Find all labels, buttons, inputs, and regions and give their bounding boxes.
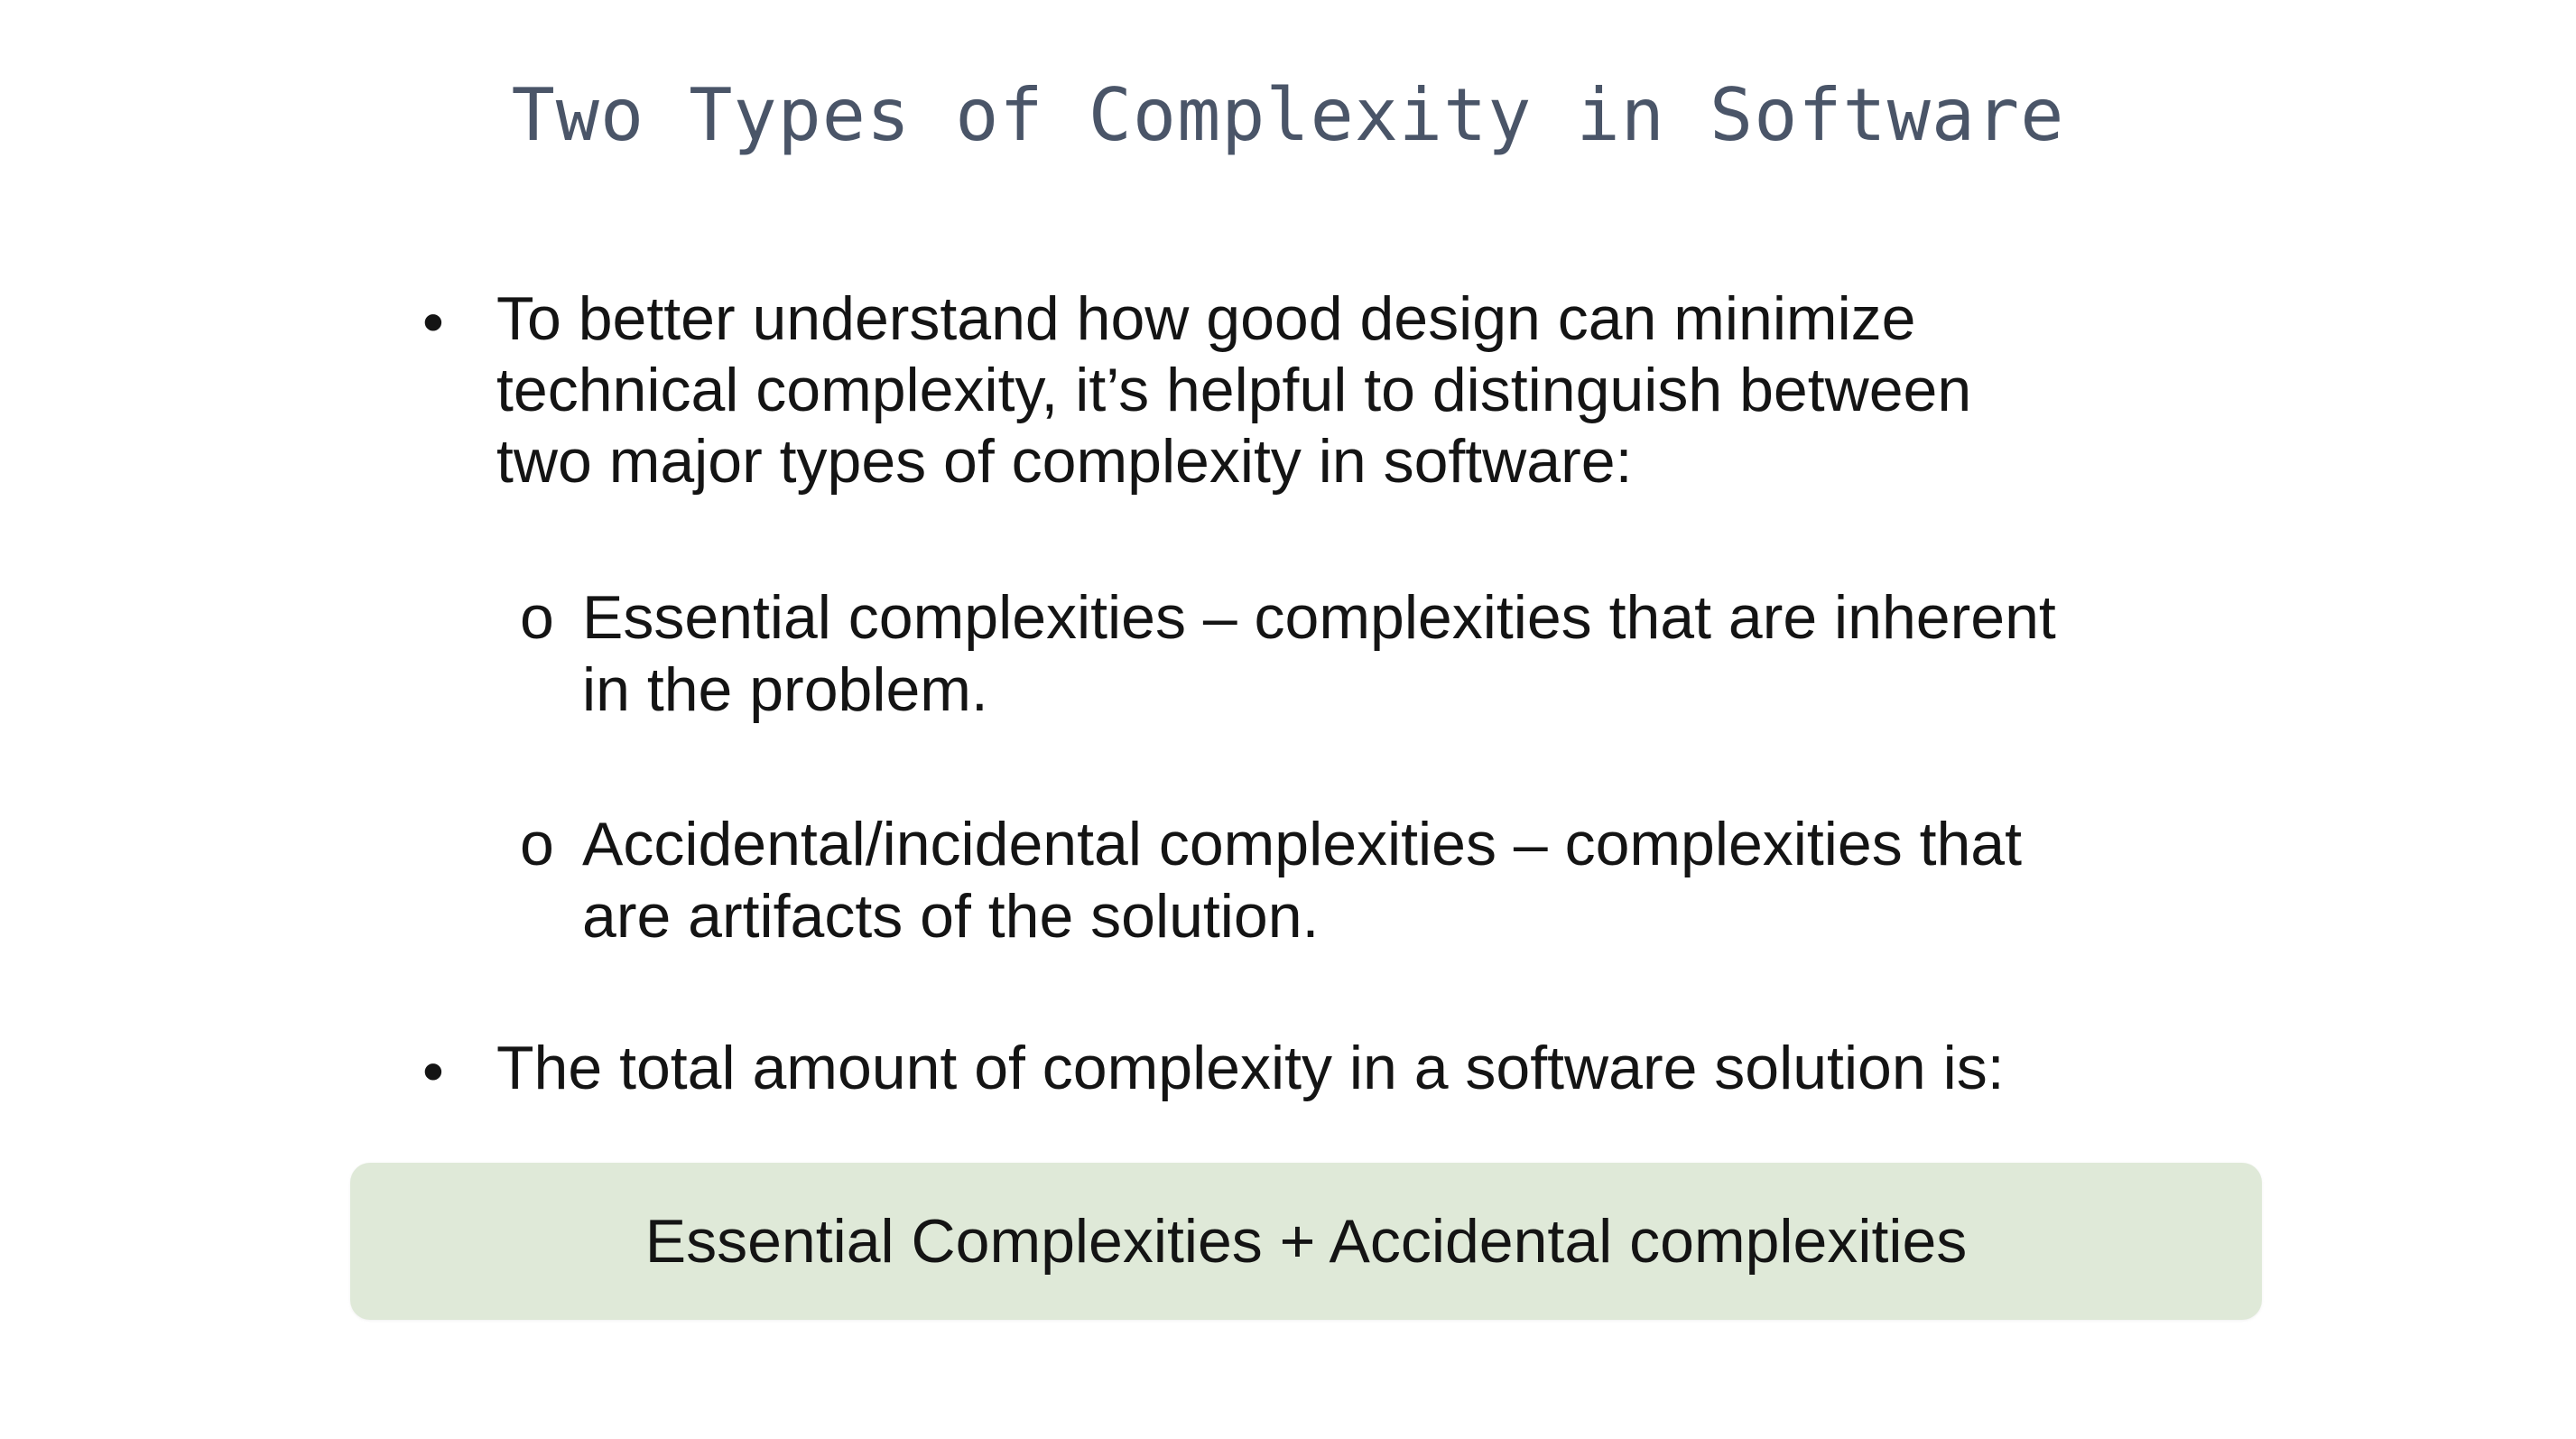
bullet-text-line: technical complexity, it’s helpful to di… <box>496 356 1972 424</box>
slide-title: Two Types of Complexity in Software <box>511 73 2065 157</box>
sub-bullet-text: Essential complexities – complexities th… <box>582 581 2056 726</box>
formula-box: Essential Complexities + Accidental comp… <box>350 1163 2262 1320</box>
slide: Two Types of Complexity in Software • To… <box>0 0 2576 1439</box>
bullet-text-line: two major types of complexity in softwar… <box>496 427 1633 496</box>
bullet-text-line: The total amount of complexity in a soft… <box>496 1034 2005 1102</box>
sub-bullet-text-line: are artifacts of the solution. <box>582 882 1320 951</box>
bullet-marker: • <box>422 288 444 357</box>
bullet-text: To better understand how good design can… <box>496 283 1971 497</box>
bullet-text: The total amount of complexity in a soft… <box>496 1033 2005 1104</box>
sub-bullet-text-line: Essential complexities – complexities th… <box>582 583 2056 652</box>
sub-bullet-text-line: in the problem. <box>582 655 988 724</box>
bullet-text-line: To better understand how good design can… <box>496 284 1916 353</box>
bullet-marker: • <box>422 1037 444 1106</box>
sub-bullet-marker: o <box>520 810 554 878</box>
sub-bullet-text: Accidental/incidental complexities – com… <box>582 808 2022 952</box>
sub-bullet-text-line: Accidental/incidental complexities – com… <box>582 810 2023 878</box>
formula-text: Essential Complexities + Accidental comp… <box>644 1207 1968 1276</box>
sub-bullet-marker: o <box>520 583 554 652</box>
